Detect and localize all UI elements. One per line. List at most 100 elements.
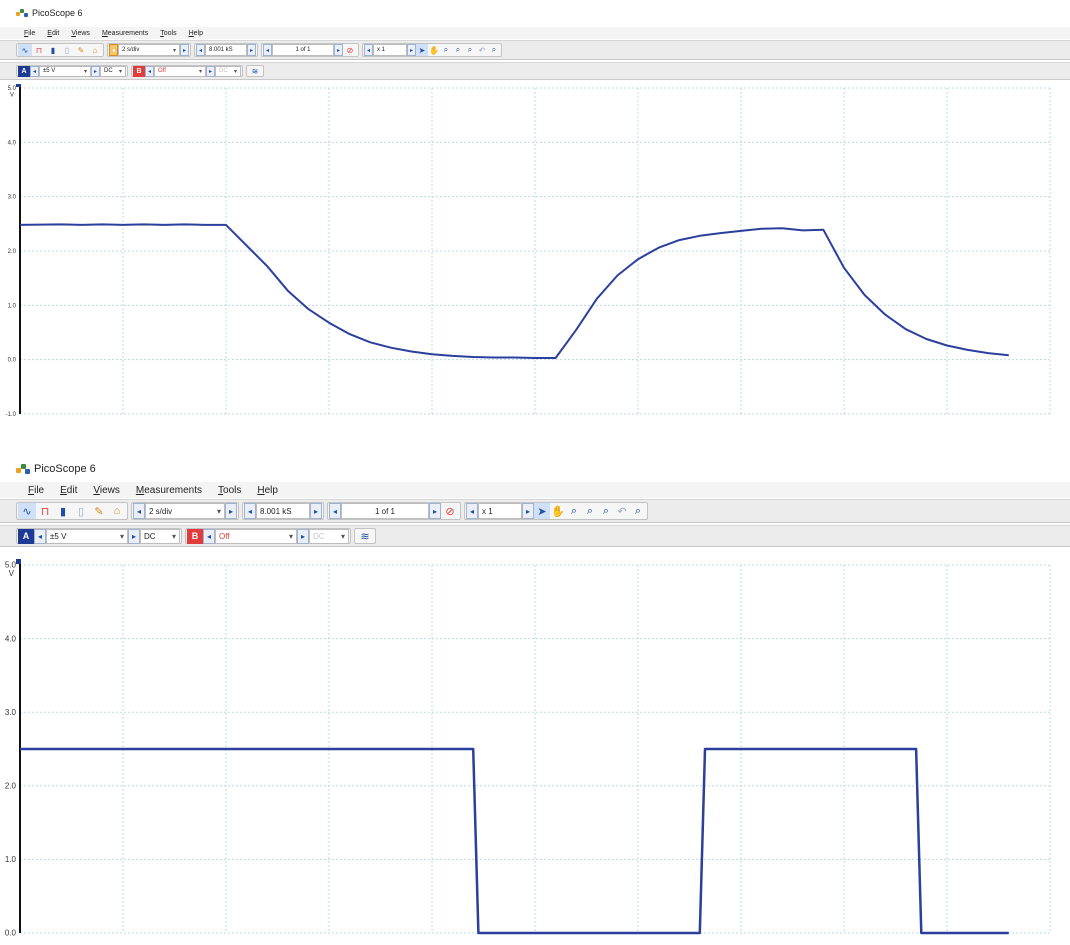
channel-b-range-dropdown[interactable]: Off ▾: [215, 528, 297, 544]
scope-plot-1[interactable]: 5.0 4.0 3.0 2.0 1.0 0.0 -1.0 V: [0, 84, 1070, 420]
persistence-mode-icon[interactable]: ⊓: [36, 503, 54, 519]
channel-a-badge[interactable]: A: [18, 528, 34, 544]
chevron-down-icon: ▾: [233, 68, 237, 75]
zoom-left-button[interactable]: ◂: [364, 44, 373, 56]
menu-help[interactable]: Help: [257, 485, 278, 496]
channel-toolbar: A ◂ ±5 V ▾ ▸ DC ▾ B ◂ Off ▾ ▸ DC ▾ ≋: [0, 62, 1070, 80]
hand-icon[interactable]: ✋: [550, 503, 566, 519]
page-value: 1 of 1: [295, 47, 311, 53]
channel-a-range-right-button[interactable]: ▸: [128, 528, 140, 544]
channel-b-coupling-dropdown[interactable]: DC ▾: [215, 65, 241, 77]
menu-tools[interactable]: Tools: [160, 30, 176, 37]
menu-measurements[interactable]: Measurements: [102, 30, 148, 37]
channel-b-badge[interactable]: B: [187, 528, 203, 544]
menu-help[interactable]: Help: [189, 30, 203, 37]
samples-field[interactable]: 8.001 kS: [256, 503, 310, 519]
home-icon[interactable]: ⌂: [88, 44, 102, 56]
channel-a-coupling-dropdown[interactable]: DC ▾: [140, 528, 180, 544]
zoom-icon[interactable]: ⌕: [566, 503, 582, 519]
zoom-field[interactable]: x 1: [478, 503, 522, 519]
menu-measurements[interactable]: Measurements: [136, 485, 202, 496]
zoom-right-button[interactable]: ▸: [407, 44, 416, 56]
probe-icon[interactable]: ✎: [74, 44, 88, 56]
zoom-left-button[interactable]: ◂: [466, 503, 478, 519]
menu-file[interactable]: File: [24, 30, 35, 37]
signal-generator-icon[interactable]: ≋: [356, 529, 374, 544]
channel-a-axis-marker[interactable]: [16, 559, 21, 564]
hand-icon[interactable]: ✋: [428, 44, 440, 56]
zoom-in-icon[interactable]: ⌕: [452, 44, 464, 56]
scope-mode-icon[interactable]: ∿: [18, 44, 32, 56]
channel-b-badge[interactable]: B: [133, 65, 145, 77]
channel-b-range-dropdown[interactable]: Off ▾: [154, 65, 206, 77]
timebase-right-button[interactable]: ▸: [180, 44, 189, 56]
channel-b-range-left-button[interactable]: ◂: [203, 528, 215, 544]
undo-zoom-icon[interactable]: ↶: [614, 503, 630, 519]
channel-a-range-left-button[interactable]: ◂: [30, 65, 39, 77]
zoom-fit-icon[interactable]: ⌕: [630, 503, 646, 519]
chevron-down-icon: ▾: [288, 531, 293, 541]
channel-a-range-left-button[interactable]: ◂: [34, 528, 46, 544]
channel-a-badge[interactable]: A: [18, 65, 30, 77]
zoom-out-icon[interactable]: ⌕: [598, 503, 614, 519]
page-left-button[interactable]: ◂: [263, 44, 272, 56]
menu-edit[interactable]: Edit: [47, 30, 59, 37]
zoom-out-icon[interactable]: ⌕: [464, 44, 476, 56]
channel-a-coupling-dropdown[interactable]: DC ▾: [100, 65, 126, 77]
buffer-navigator-icon[interactable]: ⊘: [441, 503, 459, 519]
zoom-fit-icon[interactable]: ⌕: [488, 44, 500, 56]
channel-b-coupling-dropdown[interactable]: DC ▾: [309, 528, 349, 544]
pointer-icon[interactable]: ➤: [416, 44, 428, 56]
pointer-icon[interactable]: ➤: [534, 503, 550, 519]
menu-edit[interactable]: Edit: [60, 485, 77, 496]
channel-a-range-dropdown[interactable]: ±5 V ▾: [46, 528, 128, 544]
scope-plot-2[interactable]: 5.0 4.0 3.0 2.0 1.0 0.0 V: [0, 559, 1070, 945]
menu-views[interactable]: Views: [71, 30, 90, 37]
channel-b-range-left-button[interactable]: ◂: [145, 65, 154, 77]
spectrum-alt-icon[interactable]: ▯: [60, 44, 74, 56]
channel-b-range-right-button[interactable]: ▸: [297, 528, 309, 544]
timebase-dropdown[interactable]: 2 s/div ▾: [118, 44, 180, 56]
zoom-value: x 1: [377, 47, 386, 53]
chevron-down-icon: ▾: [172, 47, 176, 54]
menu-tools[interactable]: Tools: [218, 485, 241, 496]
samples-left-button[interactable]: ◂: [196, 44, 205, 56]
page-field[interactable]: 1 of 1: [272, 44, 334, 56]
channel-a-range-right-button[interactable]: ▸: [91, 65, 100, 77]
page-right-button[interactable]: ▸: [334, 44, 343, 56]
undo-zoom-icon[interactable]: ↶: [476, 44, 488, 56]
timebase-left-button[interactable]: ◂: [109, 44, 118, 56]
y-tick-label: 2.0: [8, 249, 17, 255]
persistence-mode-icon[interactable]: ⊓: [32, 44, 46, 56]
zoom-field[interactable]: x 1: [373, 44, 407, 56]
channel-a-axis-marker[interactable]: [16, 84, 21, 87]
timebase-left-button[interactable]: ◂: [133, 503, 145, 519]
chevron-down-icon: ▾: [216, 506, 221, 516]
page-left-button[interactable]: ◂: [329, 503, 341, 519]
signal-generator-icon[interactable]: ≋: [248, 66, 262, 77]
menu-bar: File Edit Views Measurements Tools Help: [0, 27, 1070, 39]
channel-a-range-dropdown[interactable]: ±5 V ▾: [39, 65, 91, 77]
zoom-right-button[interactable]: ▸: [522, 503, 534, 519]
probe-icon[interactable]: ✎: [90, 503, 108, 519]
spectrum-mode-icon[interactable]: ▮: [54, 503, 72, 519]
menu-file[interactable]: File: [28, 485, 44, 496]
timebase-dropdown[interactable]: 2 s/div ▾: [145, 503, 225, 519]
menu-views[interactable]: Views: [93, 485, 120, 496]
zoom-in-icon[interactable]: ⌕: [582, 503, 598, 519]
channel-b-range-right-button[interactable]: ▸: [206, 65, 215, 77]
y-tick-label: 0.0: [5, 929, 17, 938]
samples-field[interactable]: 8.001 kS: [205, 44, 247, 56]
timebase-right-button[interactable]: ▸: [225, 503, 237, 519]
home-icon[interactable]: ⌂: [108, 503, 126, 519]
scope-mode-icon[interactable]: ∿: [18, 503, 36, 519]
buffer-navigator-icon[interactable]: ⊘: [343, 44, 357, 56]
page-right-button[interactable]: ▸: [429, 503, 441, 519]
page-field[interactable]: 1 of 1: [341, 503, 429, 519]
zoom-icon[interactable]: ⌕: [440, 44, 452, 56]
spectrum-alt-icon[interactable]: ▯: [72, 503, 90, 519]
samples-right-button[interactable]: ▸: [247, 44, 256, 56]
samples-right-button[interactable]: ▸: [310, 503, 322, 519]
samples-left-button[interactable]: ◂: [244, 503, 256, 519]
spectrum-mode-icon[interactable]: ▮: [46, 44, 60, 56]
